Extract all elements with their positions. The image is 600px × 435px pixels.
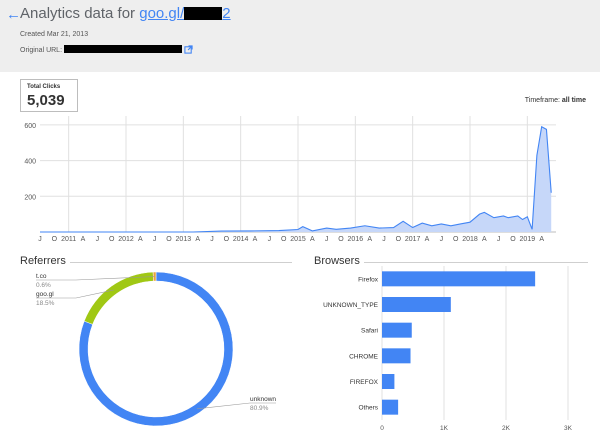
browser-bar	[382, 271, 536, 287]
original-url-row: Original URL:	[20, 45, 193, 54]
x-tick-label: 2011	[61, 236, 76, 243]
browser-bar	[382, 399, 399, 415]
x-tick-label: 2019	[520, 236, 536, 243]
title-prefix: Analytics data for	[20, 5, 140, 22]
x-tick-label: 2016	[348, 236, 364, 243]
y-tick-label: 600	[24, 123, 36, 130]
x-tick-label: J	[96, 236, 100, 243]
clicks-line	[40, 125, 552, 233]
x-tick-label: J	[38, 236, 42, 243]
x-tick-label: O	[453, 236, 459, 243]
x-tick-label: O	[224, 236, 230, 243]
x-tick-label: A	[81, 236, 86, 243]
x-tick-label: J	[268, 236, 272, 243]
timeframe-selector[interactable]: Timeframe: all time	[525, 97, 586, 104]
x-tick-label: J	[325, 236, 329, 243]
browser-bar	[382, 348, 411, 364]
x-tick-label: 2015	[290, 236, 306, 243]
x-tick-label: 2017	[405, 236, 421, 243]
x-tick-label: O	[52, 236, 58, 243]
x-tick-label: A	[425, 236, 430, 243]
y-tick-label: 200	[24, 194, 36, 201]
page-title: Analytics data for goo.gl/2	[20, 5, 231, 22]
page-header: ← Analytics data for goo.gl/2 Created Ma…	[0, 0, 600, 72]
x-tick-label: A	[253, 236, 258, 243]
created-date: Created Mar 21, 2013	[20, 31, 89, 38]
browser-bar	[382, 322, 412, 338]
clicks-area	[40, 126, 552, 232]
clicks-area-chart: 200400600J O 2011 A J O 2012 A J O 2013 A J O 2014 A J O 2…	[24, 116, 556, 243]
browser-bar	[382, 297, 451, 312]
timeframe-label: Timeframe:	[524, 97, 560, 104]
total-clicks-card: Total Clicks 5,039	[20, 79, 78, 112]
x-tick-label: O	[338, 236, 344, 243]
x-tick-label: A	[367, 236, 372, 243]
browser-label: Firefox	[358, 276, 379, 283]
x-tick-label: O	[510, 236, 516, 243]
x-tick-label: J	[210, 236, 214, 243]
browser-label: Others	[358, 405, 378, 412]
slice-percent: 0.6%	[36, 282, 51, 289]
slice-label: unknown	[250, 396, 276, 403]
referrers-donut-chart: unknown 80.9% goo.gl 18.5% t.co 0.6%	[36, 271, 276, 427]
x-tick-label: 0	[380, 425, 384, 432]
total-clicks-value: 5,039	[27, 92, 65, 109]
x-tick-label: A	[539, 236, 544, 243]
x-tick-label: 2012	[118, 236, 134, 243]
x-tick-label: A	[310, 236, 315, 243]
x-tick-label: O	[281, 236, 287, 243]
x-tick-label: A	[195, 236, 200, 243]
redacted-block	[184, 7, 223, 20]
slice-label: t.co	[36, 273, 47, 280]
referrers-title: Referrers	[20, 255, 66, 267]
x-tick-label: 2K	[502, 425, 511, 432]
total-clicks-label: Total Clicks	[27, 84, 61, 90]
x-tick-label: O	[166, 236, 172, 243]
original-url-label: Original URL:	[20, 47, 63, 54]
slice-label: goo.gl	[36, 291, 54, 298]
browser-label: Safari	[361, 328, 378, 335]
back-arrow-icon[interactable]: ←	[6, 6, 21, 23]
x-tick-label: O	[109, 236, 115, 243]
browser-bar	[382, 374, 395, 389]
x-tick-label: J	[440, 236, 444, 243]
x-tick-label: O	[396, 236, 402, 243]
short-url-text: goo.gl/	[139, 5, 185, 22]
y-tick-label: 400	[24, 159, 36, 166]
redacted-url	[63, 45, 182, 53]
short-url-suffix: 2	[222, 5, 231, 22]
slice-percent: 18.5%	[36, 300, 55, 307]
x-tick-label: J	[153, 236, 157, 243]
x-tick-label: J	[497, 236, 501, 243]
x-tick-label: 3K	[564, 425, 573, 432]
browser-label: UNKNOWN_TYPE	[323, 302, 379, 309]
x-tick-label: A	[138, 236, 143, 243]
browser-label: FIREFOX	[350, 379, 379, 386]
short-url-link[interactable]: goo.gl/2	[139, 5, 230, 22]
referrers-divider	[70, 262, 292, 263]
x-tick-label: 2013	[176, 236, 192, 243]
donut-slice-goo-gl	[83, 271, 154, 325]
external-link-icon[interactable]	[184, 45, 193, 54]
x-tick-label: A	[482, 236, 487, 243]
browser-label: CHROME	[349, 353, 379, 360]
x-tick-label: 2014	[233, 236, 249, 243]
browsers-bar-chart: 0 1K 2K 3K Firefox UNKNOWN_TYPE Safari CHROME FI…	[323, 266, 573, 432]
x-tick-label: 1K	[440, 425, 449, 432]
x-tick-label: 2018	[462, 236, 478, 243]
timeframe-value[interactable]: all time	[562, 97, 586, 104]
slice-percent: 80.9%	[250, 405, 269, 412]
x-tick-label: J	[382, 236, 386, 243]
